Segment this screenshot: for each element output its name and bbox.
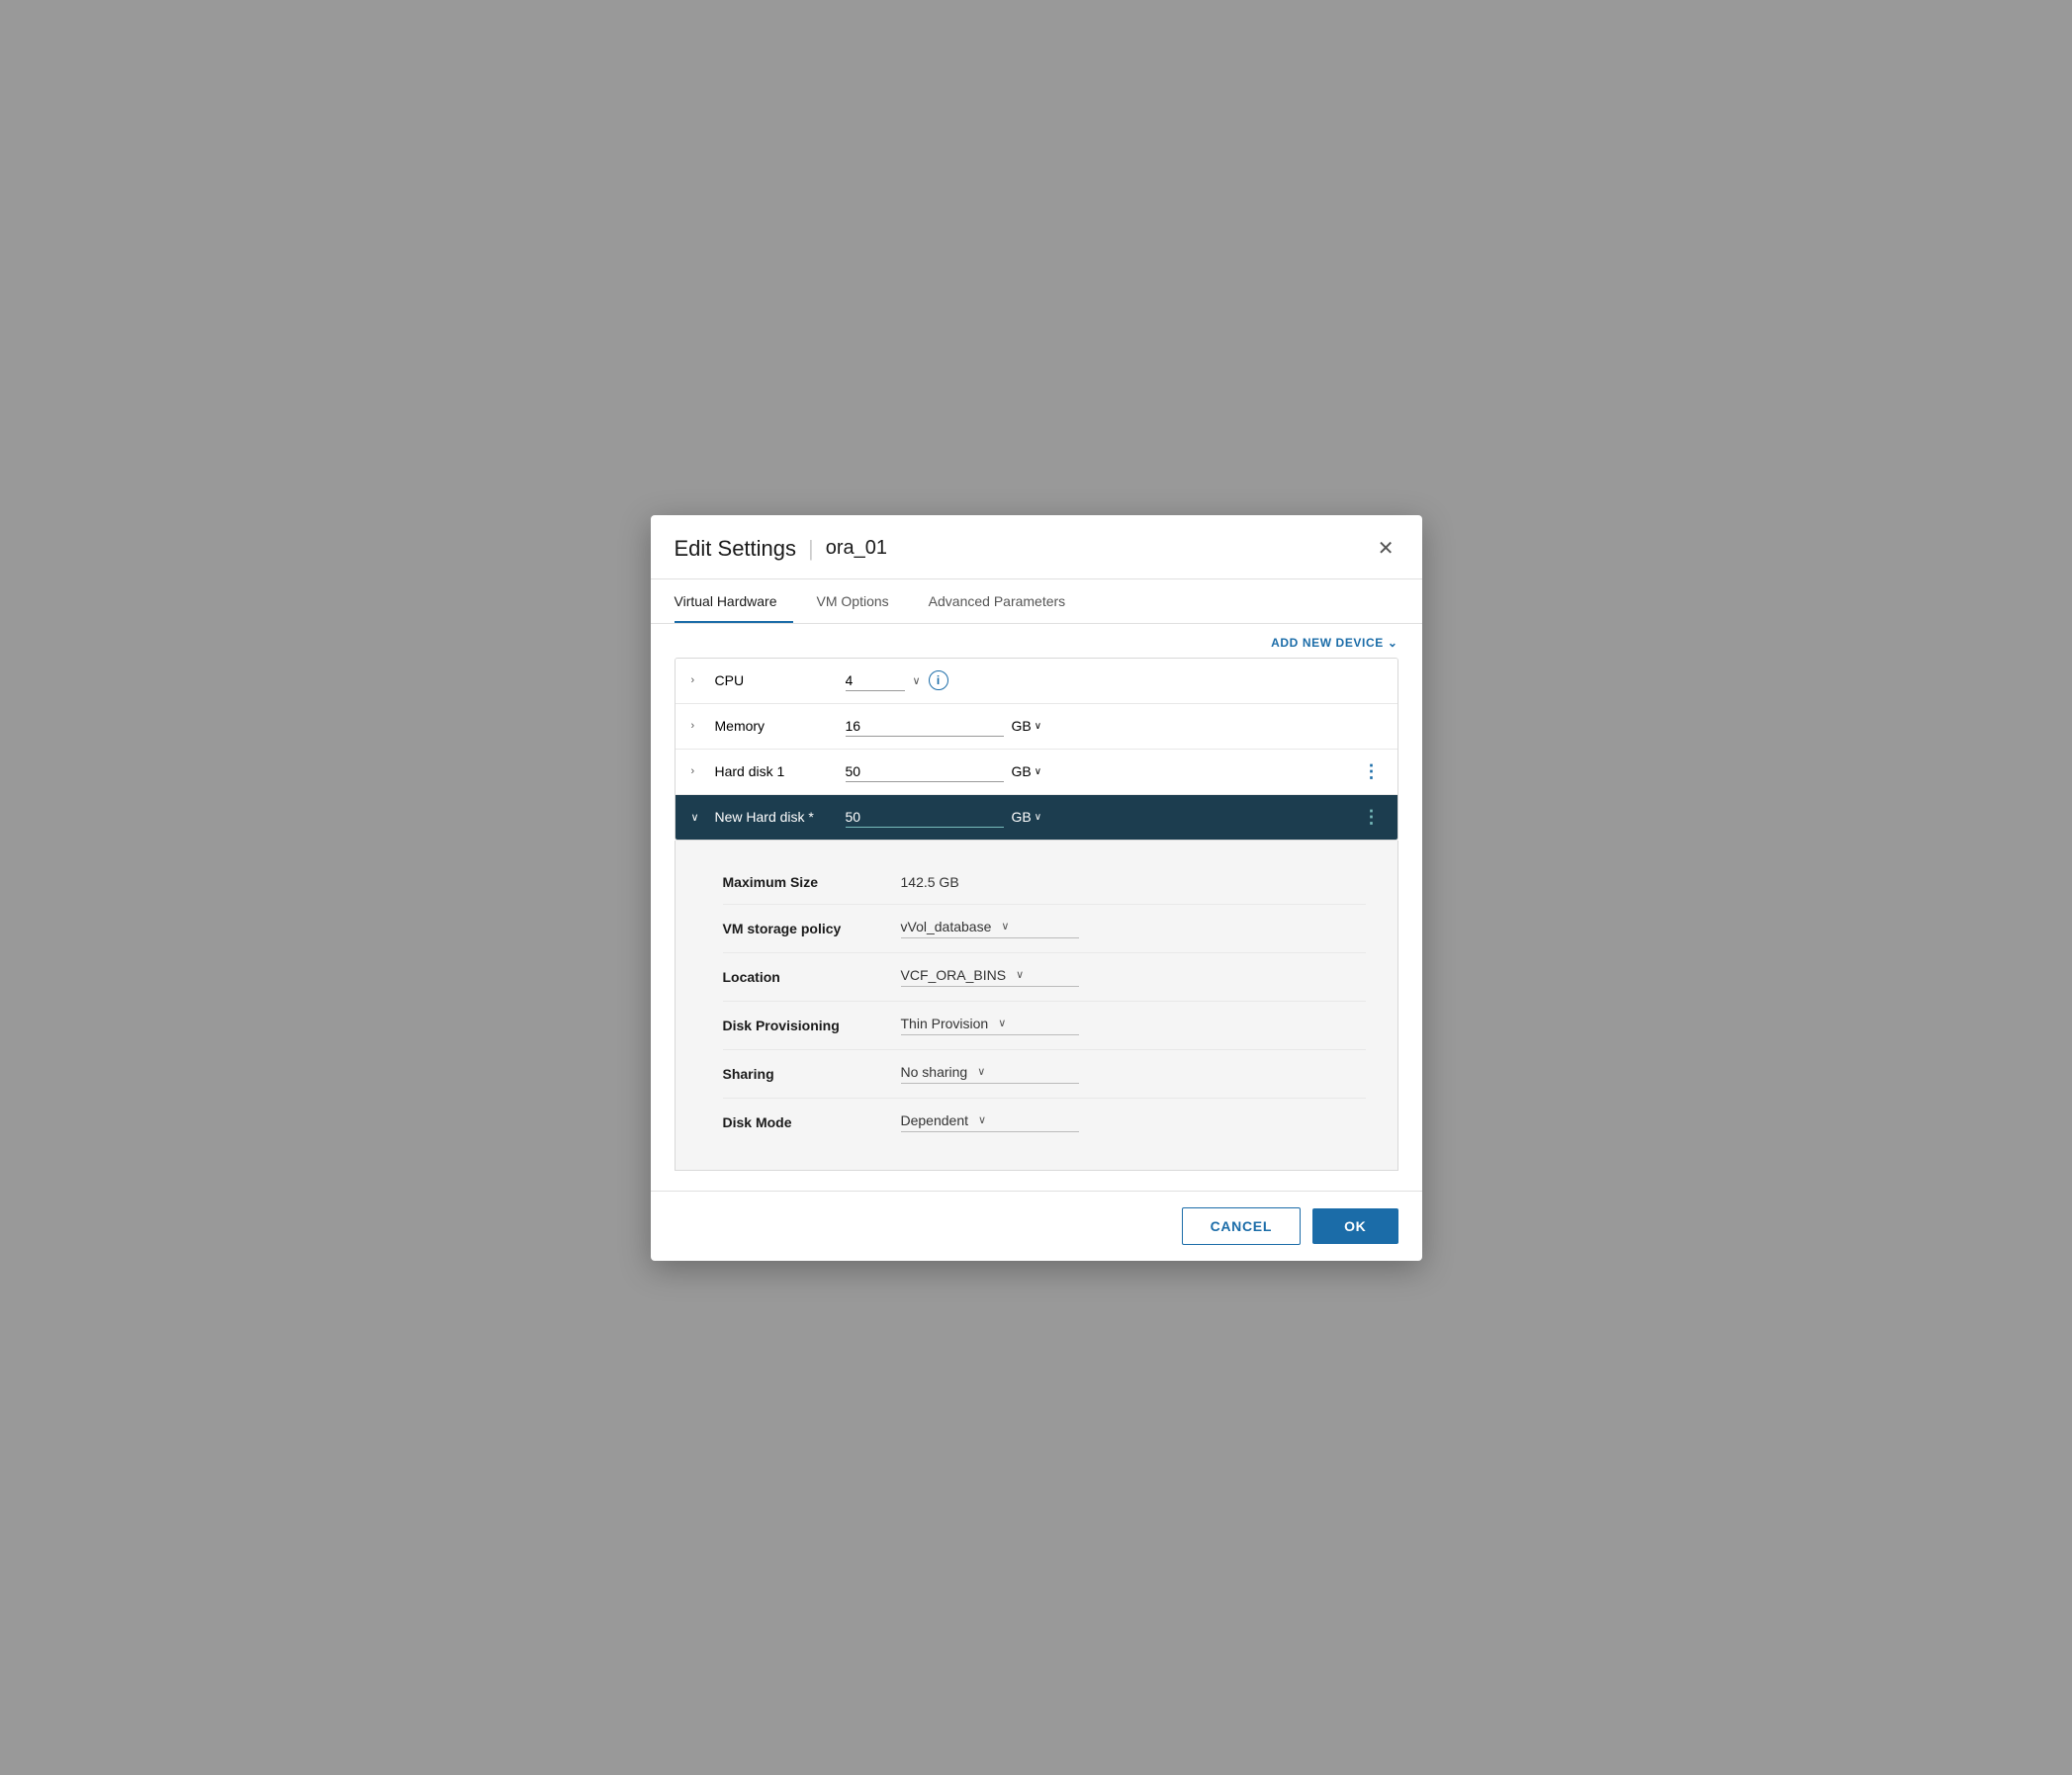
vm-storage-policy-dropdown[interactable]: vVol_database ∨ [901,919,1079,938]
max-size-label: Maximum Size [723,874,901,890]
device-list: › CPU ∨ i › Memory GB ∨ [675,658,1398,841]
new-hard-disk-menu-icon[interactable]: ⋮ [1363,807,1382,828]
hard-disk-1-row: › Hard disk 1 GB ∨ ⋮ [676,750,1397,795]
max-size-value: 142.5 GB [901,874,1366,890]
edit-settings-dialog: Edit Settings | ora_01 ✕ Virtual Hardwar… [651,515,1422,1261]
disk-mode-row: Disk Mode Dependent ∨ [723,1099,1366,1146]
location-dropdown[interactable]: VCF_ORA_BINS ∨ [901,967,1079,987]
hard-disk-1-label: Hard disk 1 [715,763,834,779]
memory-row: › Memory GB ∨ [676,704,1397,750]
cancel-button[interactable]: CANCEL [1182,1207,1302,1245]
add-device-row: ADD NEW DEVICE ⌄ [675,624,1398,658]
chevron-down-icon: ∨ [691,811,703,824]
hard-disk-1-value-area: GB ∨ [846,761,1351,782]
close-button[interactable]: ✕ [1374,535,1398,563]
dialog-header: Edit Settings | ora_01 ✕ [651,515,1422,579]
cpu-input[interactable] [846,670,905,691]
memory-unit-select[interactable]: GB ∨ [1012,718,1042,734]
disk-provisioning-label: Disk Provisioning [723,1018,901,1033]
memory-value-area: GB ∨ [846,716,1382,737]
tab-advanced-parameters[interactable]: Advanced Parameters [929,579,1082,623]
cpu-label: CPU [715,672,834,688]
vm-name: ora_01 [826,537,887,560]
chevron-right-icon: › [691,674,703,686]
location-label: Location [723,969,901,985]
disk-mode-label: Disk Mode [723,1114,901,1130]
cpu-unit-select[interactable]: ∨ [913,674,921,687]
sharing-row: Sharing No sharing ∨ [723,1050,1366,1099]
new-hard-disk-expanded-content: Maximum Size 142.5 GB VM storage policy … [675,841,1398,1171]
sharing-dropdown[interactable]: No sharing ∨ [901,1064,1079,1084]
cpu-value-area: ∨ i [846,670,1382,691]
vm-storage-policy-row: VM storage policy vVol_database ∨ [723,905,1366,953]
new-hard-disk-label: New Hard disk * [715,809,834,825]
disk-provisioning-dropdown[interactable]: Thin Provision ∨ [901,1016,1079,1035]
location-row: Location VCF_ORA_BINS ∨ [723,953,1366,1002]
dialog-body: ADD NEW DEVICE ⌄ › CPU ∨ i › [651,624,1422,1191]
new-hard-disk-value-area: GB ∨ [846,807,1351,828]
new-hard-disk-unit-select[interactable]: GB ∨ [1012,809,1042,825]
vm-storage-policy-label: VM storage policy [723,921,901,936]
disk-provisioning-row: Disk Provisioning Thin Provision ∨ [723,1002,1366,1050]
hard-disk-1-unit-select[interactable]: GB ∨ [1012,763,1042,779]
dialog-title: Edit Settings [675,536,797,562]
sharing-label: Sharing [723,1066,901,1082]
cpu-row: › CPU ∨ i [676,659,1397,704]
chevron-right-icon: › [691,765,703,777]
title-area: Edit Settings | ora_01 [675,536,888,562]
chevron-right-icon: › [691,720,703,732]
tabs-bar: Virtual Hardware VM Options Advanced Par… [651,579,1422,624]
tab-vm-options[interactable]: VM Options [817,579,905,623]
tab-virtual-hardware[interactable]: Virtual Hardware [675,579,793,623]
max-size-row: Maximum Size 142.5 GB [723,860,1366,905]
memory-label: Memory [715,718,834,734]
add-new-device-button[interactable]: ADD NEW DEVICE ⌄ [1271,636,1397,650]
ok-button[interactable]: OK [1312,1208,1397,1244]
new-hard-disk-input[interactable] [846,807,1004,828]
dialog-footer: CANCEL OK [651,1191,1422,1261]
cpu-info-icon[interactable]: i [929,670,948,690]
memory-input[interactable] [846,716,1004,737]
hard-disk-1-input[interactable] [846,761,1004,782]
disk-mode-dropdown[interactable]: Dependent ∨ [901,1112,1079,1132]
new-hard-disk-row: ∨ New Hard disk * GB ∨ ⋮ [676,795,1397,840]
hard-disk-1-menu-icon[interactable]: ⋮ [1363,761,1382,782]
title-divider: | [808,536,814,562]
